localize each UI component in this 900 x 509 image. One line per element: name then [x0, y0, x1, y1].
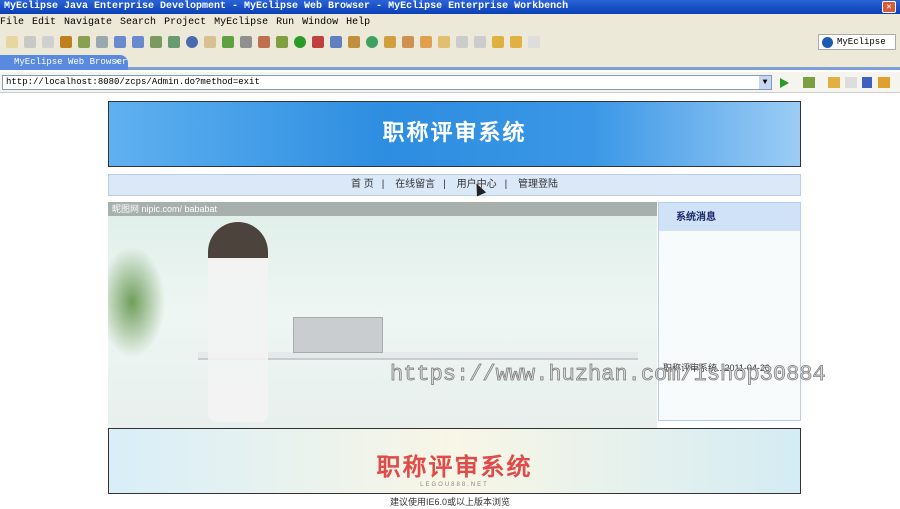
task-icon[interactable] [420, 36, 432, 48]
plant-image [108, 242, 168, 362]
settings-icon[interactable] [803, 77, 815, 88]
prev-annotation-icon[interactable] [474, 36, 486, 48]
close-window-button[interactable]: ✕ [882, 1, 896, 13]
editor-tab-bar: MyEclipse Web Browser ✕ [0, 53, 900, 70]
menu-bar: File Edit Navigate Search Project MyEcli… [0, 14, 900, 31]
photo-caption: 昵图网 nipic.com/ bababat [108, 202, 657, 216]
nav-separator: | [381, 179, 385, 190]
folder-icon[interactable] [438, 36, 450, 48]
forward-icon[interactable] [845, 77, 857, 88]
footer-text: 建议使用IE6.0或以上版本浏览 [389, 497, 510, 507]
deploy-icon[interactable] [78, 36, 90, 48]
woman-image [208, 222, 268, 422]
debug-icon[interactable] [276, 36, 288, 48]
nav-home[interactable]: 首 页 [351, 179, 374, 190]
nav-bar: 首 页 | 在线留言 | 用户中心 | 管理登陆 [108, 174, 801, 196]
url-input[interactable]: http://localhost:8080/zcps/Admin.do?meth… [2, 75, 772, 90]
refresh-icon[interactable] [878, 77, 890, 88]
chevron-down-icon[interactable]: ▼ [759, 76, 771, 89]
window-title-bar: MyEclipse Java Enterprise Development - … [0, 0, 900, 14]
server-icon[interactable] [96, 36, 108, 48]
panel-title: 系统消息 [659, 203, 800, 231]
globe-icon[interactable] [186, 36, 198, 48]
new-icon[interactable] [6, 36, 18, 48]
nav-admin-login[interactable]: 管理登陆 [518, 179, 558, 190]
nav-separator: | [504, 179, 508, 190]
tools-icon[interactable] [258, 36, 270, 48]
header-banner: 职称评审系统 [108, 101, 801, 167]
menu-help[interactable]: Help [346, 14, 370, 31]
pen-icon[interactable] [402, 36, 414, 48]
close-tab-icon[interactable]: ✕ [115, 55, 120, 70]
last-edit-icon[interactable] [492, 36, 504, 48]
system-messages-panel: 系统消息 职称评审系统...2011-04-20 [658, 202, 801, 421]
tab-myeclipse-web-browser[interactable]: MyEclipse Web Browser ✕ [0, 55, 128, 70]
url-text: http://localhost:8080/zcps/Admin.do?meth… [6, 77, 260, 87]
class-icon[interactable] [348, 36, 360, 48]
print-icon[interactable] [42, 36, 54, 48]
go-icon[interactable] [780, 78, 789, 88]
main-toolbar [0, 31, 900, 53]
save-icon[interactable] [24, 36, 36, 48]
export-icon[interactable] [168, 36, 180, 48]
watermark: https://www.huzhan.com/ishop30884 [390, 362, 826, 388]
menu-myeclipse[interactable]: MyEclipse [214, 14, 268, 31]
menu-edit[interactable]: Edit [32, 14, 56, 31]
run-icon[interactable] [294, 36, 306, 48]
camera-icon[interactable] [240, 36, 252, 48]
stop-icon[interactable] [862, 77, 872, 88]
wizard2-icon[interactable] [132, 36, 144, 48]
laptop-image [293, 317, 383, 353]
menu-search[interactable]: Search [120, 14, 156, 31]
next-annotation-icon[interactable] [456, 36, 468, 48]
menu-project[interactable]: Project [164, 14, 206, 31]
footer-banner-sub: LEGOU888.NET [420, 482, 489, 488]
type-icon[interactable] [330, 36, 342, 48]
back-icon[interactable] [510, 36, 522, 48]
forward-icon[interactable] [528, 36, 540, 48]
window-title: MyEclipse Java Enterprise Development - … [4, 1, 569, 12]
external-tools-icon[interactable] [312, 36, 324, 48]
back-icon[interactable] [828, 77, 840, 88]
footer-banner: 职称评审系统 LEGOU888.NET [108, 428, 801, 494]
menu-run[interactable]: Run [276, 14, 294, 31]
browser-address-row: http://localhost:8080/zcps/Admin.do?meth… [0, 72, 900, 93]
footer-banner-title: 职称评审系统 [376, 454, 533, 481]
office-photo: 昵图网 nipic.com/ bababat [108, 202, 657, 428]
menu-file[interactable]: File [0, 14, 24, 31]
nav-separator: | [443, 179, 446, 190]
open-icon[interactable] [204, 36, 216, 48]
menu-navigate[interactable]: Navigate [64, 14, 112, 31]
open-type-icon[interactable] [384, 36, 396, 48]
web-icon[interactable] [150, 36, 162, 48]
menu-window[interactable]: Window [302, 14, 338, 31]
package-icon[interactable] [60, 36, 72, 48]
tab-label: MyEclipse Web Browser [14, 57, 128, 67]
nav-guestbook[interactable]: 在线留言 [395, 179, 435, 190]
wizard-icon[interactable] [114, 36, 126, 48]
refresh-icon[interactable] [222, 36, 234, 48]
generate-icon[interactable] [366, 36, 378, 48]
perspective-switcher[interactable]: MyEclipse ... [818, 34, 896, 61]
